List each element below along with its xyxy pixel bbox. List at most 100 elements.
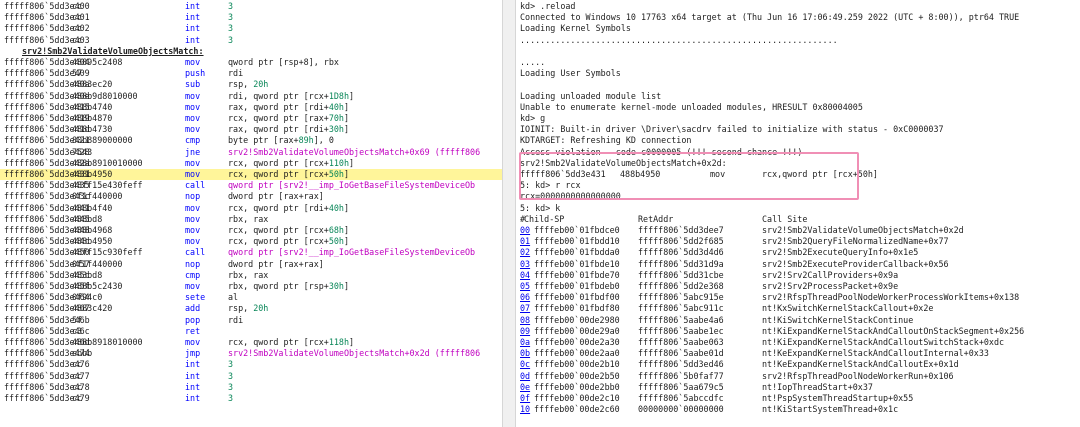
output-line: KDTARGET: Refreshing KD connection <box>520 135 1076 146</box>
pane-splitter[interactable] <box>502 0 516 427</box>
frame-number-link[interactable]: 10 <box>520 404 530 415</box>
disasm-line[interactable]: fffff806`5dd3e476 cc int 3 <box>0 359 502 370</box>
operand-text: ] <box>349 337 355 347</box>
numeric-operand: 40h <box>328 202 344 213</box>
disasm-line[interactable]: fffff806`5dd3e478 cc int 3 <box>0 382 502 393</box>
disasm-line[interactable]: fffff806`5dd3e448 488b4968 mov rcx, qword p… <box>0 225 502 236</box>
disasm-line[interactable]: fffff806`5dd3e403 cc int 3 <box>0 35 502 46</box>
return-address: fffff806`5aabe4a6 <box>638 314 724 325</box>
frame-number-link[interactable]: 0d <box>520 371 530 382</box>
disasm-line[interactable]: fffff806`5dd3e400 cc int 3 <box>0 1 502 12</box>
child-sp-header: Child-SP <box>524 213 565 224</box>
frame-number-link[interactable]: 03 <box>520 259 530 270</box>
frame-number-link[interactable]: 0c <box>520 359 530 370</box>
frame-number-link[interactable]: 07 <box>520 303 530 314</box>
operand-text: rsp, <box>228 303 254 314</box>
operand-text: rdi, qword ptr [rcx+ <box>228 90 329 101</box>
command-output-pane[interactable]: kd> .reload Connected to Windows 10 17763… <box>516 0 1080 427</box>
disasm-line[interactable]: fffff806`5dd3e40e 488b9d8010000 mov rdi, qw… <box>0 91 502 102</box>
disasm-line[interactable]: fffff806`5dd3e46d 488b8918010000 mov rcx, q… <box>0 337 502 348</box>
output-line: 5: kd> r rcx <box>520 180 1076 191</box>
disasm-line[interactable]: fffff806`5dd3e479 cc int 3 <box>0 393 502 404</box>
stack-frame-row: 03 ffffeb00`01fbde10 fffff806`5dd31d9a srv2… <box>520 259 1076 270</box>
disasm-line[interactable]: fffff806`5dd3e46b 5f pop rdi <box>0 315 502 326</box>
disasm-line[interactable]: fffff806`5dd3e46c c3 ret <box>0 326 502 337</box>
frame-number-link[interactable]: 0a <box>520 337 530 348</box>
output-text: Unable to enumerate kernel-mode unloaded… <box>520 101 863 112</box>
disasm-line[interactable]: fffff806`5dd3e450 48ff15c930feff call qword… <box>0 247 502 258</box>
stack-frame-row: 06 ffffeb00`01fbdf00 fffff806`5abc915e srv2… <box>520 292 1076 303</box>
disasm-line[interactable]: fffff806`5dd3e42a 488b8910010000 mov rcx, q… <box>0 158 502 169</box>
disasm-line[interactable]: fffff806`5dd3e474 ebbb jmp srv2!Smb2Validat… <box>0 348 502 359</box>
numeric-operand: 3 <box>228 1 234 11</box>
disasm-line[interactable]: fffff806`5dd3e419 488b4870 mov rcx, qword p… <box>0 113 502 124</box>
disasm-line[interactable]: fffff806`5dd3e41d 488b4730 mov rax, qword p… <box>0 124 502 135</box>
disasm-line[interactable]: fffff806`5dd3e404 48895c2408 mov qword ptr … <box>0 57 502 68</box>
disasm-line[interactable]: fffff806`5dd3e435 48ff15e430feff call qword… <box>0 180 502 191</box>
function-label-line[interactable]: srv2!Smb2ValidateVolumeObjectsMatch: <box>0 46 502 57</box>
disasm-line[interactable]: fffff806`5dd3e431 488b4950 mov rcx, qword p… <box>0 169 502 181</box>
frame-number-link[interactable]: 06 <box>520 292 530 303</box>
output-line: 5: kd> k <box>520 203 1076 214</box>
frame-number-link[interactable]: 0e <box>520 382 530 393</box>
disasm-line[interactable]: fffff806`5dd3e467 4883c420 add rsp, 20h <box>0 303 502 314</box>
disasm-line[interactable]: fffff806`5dd3e421 80b889000000 cmp byte ptr… <box>0 135 502 146</box>
disasm-line[interactable]: fffff806`5dd3e457 0f1f440000 nop dword ptr … <box>0 259 502 270</box>
operand-text: ] <box>343 236 350 247</box>
instruction-mnemonic: mov <box>185 202 201 213</box>
output-text: ........................................… <box>520 34 838 45</box>
disasm-line[interactable]: fffff806`5dd3e409 57 push rdi <box>0 68 502 79</box>
instruction-mnemonic: mov <box>185 236 201 247</box>
fault-mnemonic: mov <box>710 169 726 179</box>
call-site: nt!KeExpandKernelStackAndCalloutEx+0x1d <box>762 359 959 370</box>
frame-number-link[interactable]: 08 <box>520 315 530 326</box>
frame-number-link[interactable]: 01 <box>520 236 530 247</box>
disasm-line[interactable]: fffff806`5dd3e402 cc int 3 <box>0 23 502 34</box>
disasm-line[interactable]: fffff806`5dd3e428 7543 jne srv2!Smb2Validat… <box>0 147 502 158</box>
return-address: fffff806`5dd2e368 <box>638 281 724 291</box>
disassembly-pane[interactable]: fffff806`5dd3e400 cc int 3 fffff806`5dd3e401… <box>0 0 502 427</box>
instruction-operands: qword ptr [srv2!__imp_IoGetBaseFileSyste… <box>228 180 475 191</box>
operand-text: byte ptr [rax+ <box>228 135 299 146</box>
instruction-bytes: 48ff15e430feff <box>72 180 143 191</box>
numeric-operand: 3 <box>228 370 234 381</box>
disasm-line[interactable]: fffff806`5dd3e401 cc int 3 <box>0 12 502 23</box>
instruction-bytes: cc <box>72 34 83 45</box>
instruction-operands: rbx, qword ptr [rsp+30h] <box>228 281 349 292</box>
disasm-line[interactable]: fffff806`5dd3e43c 0f1f440000 nop dword ptr … <box>0 191 502 202</box>
disasm-line[interactable]: fffff806`5dd3e44c 488b4950 mov rcx, qword p… <box>0 236 502 247</box>
frame-number-link[interactable]: 05 <box>520 281 530 292</box>
frame-number-link[interactable]: 00 <box>520 225 530 236</box>
stack-frame-row: 04 ffffeb00`01fbde70 fffff806`5dd31cbe srv2… <box>520 270 1076 281</box>
operand-text: rdi <box>228 68 244 79</box>
disasm-line[interactable]: fffff806`5dd3e45c 483bd8 cmp rbx, rax <box>0 270 502 281</box>
operand-text: ] <box>343 124 350 135</box>
numeric-operand: 3 <box>228 34 234 45</box>
disasm-line[interactable]: fffff806`5dd3e464 0f94c0 sete al <box>0 292 502 303</box>
output-line: srv2!Smb2ValidateVolumeObjectsMatch+0x2d… <box>520 158 1076 169</box>
disasm-line[interactable]: fffff806`5dd3e45f 488b5c2430 mov rbx, qword… <box>0 281 502 292</box>
stack-frame-row: 10 ffffeb00`00de2c60 00000000`00000000 nt!K… <box>520 404 1076 415</box>
instruction-bytes: 5f <box>72 314 83 325</box>
output-line: kd> g <box>520 113 1076 124</box>
function-label: srv2!Smb2ValidateVolumeObjectsMatch: <box>22 45 204 56</box>
output-line: Unable to enumerate kernel-mode unloaded… <box>520 102 1076 113</box>
disasm-line[interactable]: fffff806`5dd3e441 488b4f40 mov rcx, qword p… <box>0 203 502 214</box>
child-sp: ffffeb00`01fbdeb0 <box>534 281 620 291</box>
stack-frame-row: 0c ffffeb00`00de2b10 fffff806`5dd3ed46 nt!K… <box>520 359 1076 370</box>
disasm-line[interactable]: fffff806`5dd3e445 488bd8 mov rbx, rax <box>0 214 502 225</box>
disasm-line[interactable]: fffff806`5dd3e477 cc int 3 <box>0 371 502 382</box>
frame-number-link[interactable]: 0f <box>520 393 530 404</box>
stack-header: # Child-SP RetAddr Call Site <box>520 214 1076 225</box>
disasm-line[interactable]: fffff806`5dd3e415 488b4740 mov rax, qword p… <box>0 102 502 113</box>
frame-number-link[interactable]: 02 <box>520 247 530 258</box>
call-site: nt!KxSwitchKernelStackCallout+0x2e <box>762 303 934 314</box>
frame-number-link[interactable]: 0b <box>520 348 530 359</box>
instruction-mnemonic: nop <box>185 258 201 269</box>
frame-number-link[interactable]: 04 <box>520 270 530 281</box>
disasm-line[interactable]: fffff806`5dd3e40a 4883ec20 sub rsp, 20h <box>0 79 502 90</box>
instruction-operands: 3 <box>228 1 233 12</box>
instruction-mnemonic: mov <box>185 213 201 224</box>
frame-number-link[interactable]: 09 <box>520 326 530 337</box>
output-text: IOINIT: Built-in driver \Driver\sacdrv f… <box>520 124 944 135</box>
